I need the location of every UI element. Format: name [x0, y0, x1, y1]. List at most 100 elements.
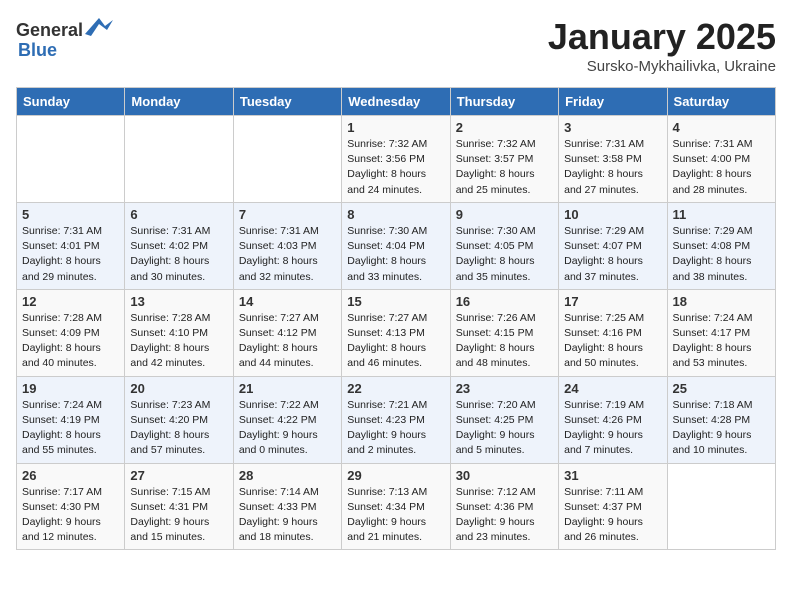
calendar-week-row: 1 Sunrise: 7:32 AMSunset: 3:56 PMDaylight… — [17, 116, 776, 203]
calendar-day-cell: 21 Sunrise: 7:22 AMSunset: 4:22 PMDayligh… — [233, 376, 341, 463]
logo-bird-icon — [85, 16, 113, 44]
calendar-day-cell: 24 Sunrise: 7:19 AMSunset: 4:26 PMDayligh… — [559, 376, 667, 463]
day-info: Sunrise: 7:24 AMSunset: 4:19 PMDaylight:… — [22, 398, 119, 459]
calendar-day-cell: 5 Sunrise: 7:31 AMSunset: 4:01 PMDaylight… — [17, 202, 125, 289]
empty-day-cell — [125, 116, 233, 203]
weekday-header-saturday: Saturday — [667, 88, 775, 116]
calendar-day-cell: 9 Sunrise: 7:30 AMSunset: 4:05 PMDaylight… — [450, 202, 558, 289]
calendar-day-cell: 4Sunrise: 7:31 AMSunset: 4:00 PMDaylight… — [667, 116, 775, 203]
day-number: 5 — [22, 207, 119, 222]
logo-text-general: General — [16, 20, 83, 41]
day-number: 13 — [130, 294, 227, 309]
day-number: 24 — [564, 381, 661, 396]
calendar-day-cell: 30Sunrise: 7:12 AMSunset: 4:36 PMDayligh… — [450, 463, 558, 550]
day-info: Sunrise: 7:31 AMSunset: 4:01 PMDaylight:… — [22, 224, 119, 285]
calendar-week-row: 5 Sunrise: 7:31 AMSunset: 4:01 PMDaylight… — [17, 202, 776, 289]
day-info: Sunrise: 7:27 AMSunset: 4:13 PMDaylight:… — [347, 311, 444, 372]
day-number: 27 — [130, 468, 227, 483]
logo: General Blue — [16, 16, 113, 61]
month-title: January 2025 — [548, 16, 776, 58]
weekday-header-tuesday: Tuesday — [233, 88, 341, 116]
day-number: 19 — [22, 381, 119, 396]
day-number: 12 — [22, 294, 119, 309]
empty-day-cell — [17, 116, 125, 203]
day-number: 3 — [564, 120, 661, 135]
day-info: Sunrise: 7:32 AMSunset: 3:56 PMDaylight:… — [347, 137, 444, 198]
calendar-day-cell: 7 Sunrise: 7:31 AMSunset: 4:03 PMDaylight… — [233, 202, 341, 289]
day-number: 14 — [239, 294, 336, 309]
day-info: Sunrise: 7:24 AMSunset: 4:17 PMDaylight:… — [673, 311, 770, 372]
calendar-table: SundayMondayTuesdayWednesdayThursdayFrid… — [16, 87, 776, 550]
weekday-header-sunday: Sunday — [17, 88, 125, 116]
day-info: Sunrise: 7:23 AMSunset: 4:20 PMDaylight:… — [130, 398, 227, 459]
day-info: Sunrise: 7:14 AMSunset: 4:33 PMDaylight:… — [239, 485, 336, 546]
weekday-header-friday: Friday — [559, 88, 667, 116]
calendar-day-cell: 11 Sunrise: 7:29 AMSunset: 4:08 PMDayligh… — [667, 202, 775, 289]
day-info: Sunrise: 7:18 AMSunset: 4:28 PMDaylight:… — [673, 398, 770, 459]
day-number: 7 — [239, 207, 336, 222]
day-number: 16 — [456, 294, 553, 309]
day-info: Sunrise: 7:30 AMSunset: 4:05 PMDaylight:… — [456, 224, 553, 285]
calendar-week-row: 12 Sunrise: 7:28 AMSunset: 4:09 PMDayligh… — [17, 289, 776, 376]
day-info: Sunrise: 7:28 AMSunset: 4:10 PMDaylight:… — [130, 311, 227, 372]
day-number: 25 — [673, 381, 770, 396]
calendar-day-cell: 19 Sunrise: 7:24 AMSunset: 4:19 PMDayligh… — [17, 376, 125, 463]
calendar-day-cell: 1 Sunrise: 7:32 AMSunset: 3:56 PMDaylight… — [342, 116, 450, 203]
day-info: Sunrise: 7:20 AMSunset: 4:25 PMDaylight:… — [456, 398, 553, 459]
day-info: Sunrise: 7:27 AMSunset: 4:12 PMDaylight:… — [239, 311, 336, 372]
calendar-day-cell: 2Sunrise: 7:32 AMSunset: 3:57 PMDaylight… — [450, 116, 558, 203]
day-number: 11 — [673, 207, 770, 222]
calendar-day-cell: 16Sunrise: 7:26 AMSunset: 4:15 PMDayligh… — [450, 289, 558, 376]
empty-day-cell — [233, 116, 341, 203]
calendar-day-cell: 17 Sunrise: 7:25 AMSunset: 4:16 PMDayligh… — [559, 289, 667, 376]
day-info: Sunrise: 7:19 AMSunset: 4:26 PMDaylight:… — [564, 398, 661, 459]
day-info: Sunrise: 7:29 AMSunset: 4:07 PMDaylight:… — [564, 224, 661, 285]
day-info: Sunrise: 7:31 AMSunset: 3:58 PMDaylight:… — [564, 137, 661, 198]
day-number: 1 — [347, 120, 444, 135]
location-subtitle: Sursko-Mykhailivka, Ukraine — [548, 58, 776, 75]
day-info: Sunrise: 7:28 AMSunset: 4:09 PMDaylight:… — [22, 311, 119, 372]
day-number: 8 — [347, 207, 444, 222]
calendar-day-cell: 13 Sunrise: 7:28 AMSunset: 4:10 PMDayligh… — [125, 289, 233, 376]
calendar-day-cell: 29Sunrise: 7:13 AMSunset: 4:34 PMDayligh… — [342, 463, 450, 550]
day-info: Sunrise: 7:31 AMSunset: 4:02 PMDaylight:… — [130, 224, 227, 285]
empty-day-cell — [667, 463, 775, 550]
day-info: Sunrise: 7:32 AMSunset: 3:57 PMDaylight:… — [456, 137, 553, 198]
calendar-day-cell: 31 Sunrise: 7:11 AMSunset: 4:37 PMDayligh… — [559, 463, 667, 550]
title-block: January 2025 Sursko-Mykhailivka, Ukraine — [548, 16, 776, 75]
day-info: Sunrise: 7:29 AMSunset: 4:08 PMDaylight:… — [673, 224, 770, 285]
day-number: 17 — [564, 294, 661, 309]
calendar-day-cell: 25 Sunrise: 7:18 AMSunset: 4:28 PMDayligh… — [667, 376, 775, 463]
day-info: Sunrise: 7:21 AMSunset: 4:23 PMDaylight:… — [347, 398, 444, 459]
calendar-day-cell: 26 Sunrise: 7:17 AMSunset: 4:30 PMDayligh… — [17, 463, 125, 550]
day-number: 6 — [130, 207, 227, 222]
calendar-day-cell: 20Sunrise: 7:23 AMSunset: 4:20 PMDayligh… — [125, 376, 233, 463]
day-number: 31 — [564, 468, 661, 483]
day-info: Sunrise: 7:17 AMSunset: 4:30 PMDaylight:… — [22, 485, 119, 546]
calendar-day-cell: 10 Sunrise: 7:29 AMSunset: 4:07 PMDayligh… — [559, 202, 667, 289]
weekday-header-monday: Monday — [125, 88, 233, 116]
day-info: Sunrise: 7:30 AMSunset: 4:04 PMDaylight:… — [347, 224, 444, 285]
calendar-day-cell: 23 Sunrise: 7:20 AMSunset: 4:25 PMDayligh… — [450, 376, 558, 463]
calendar-day-cell: 12 Sunrise: 7:28 AMSunset: 4:09 PMDayligh… — [17, 289, 125, 376]
day-number: 21 — [239, 381, 336, 396]
day-number: 22 — [347, 381, 444, 396]
day-number: 26 — [22, 468, 119, 483]
calendar-day-cell: 28Sunrise: 7:14 AMSunset: 4:33 PMDayligh… — [233, 463, 341, 550]
page-header: General Blue January 2025 Sursko-Mykhail… — [16, 16, 776, 75]
day-number: 9 — [456, 207, 553, 222]
calendar-week-row: 19 Sunrise: 7:24 AMSunset: 4:19 PMDayligh… — [17, 376, 776, 463]
day-info: Sunrise: 7:31 AMSunset: 4:03 PMDaylight:… — [239, 224, 336, 285]
day-info: Sunrise: 7:12 AMSunset: 4:36 PMDaylight:… — [456, 485, 553, 546]
day-info: Sunrise: 7:22 AMSunset: 4:22 PMDaylight:… — [239, 398, 336, 459]
weekday-header-wednesday: Wednesday — [342, 88, 450, 116]
day-info: Sunrise: 7:11 AMSunset: 4:37 PMDaylight:… — [564, 485, 661, 546]
day-info: Sunrise: 7:25 AMSunset: 4:16 PMDaylight:… — [564, 311, 661, 372]
day-number: 10 — [564, 207, 661, 222]
day-number: 18 — [673, 294, 770, 309]
calendar-week-row: 26 Sunrise: 7:17 AMSunset: 4:30 PMDayligh… — [17, 463, 776, 550]
calendar-day-cell: 18 Sunrise: 7:24 AMSunset: 4:17 PMDayligh… — [667, 289, 775, 376]
day-number: 23 — [456, 381, 553, 396]
calendar-day-cell: 14 Sunrise: 7:27 AMSunset: 4:12 PMDayligh… — [233, 289, 341, 376]
day-info: Sunrise: 7:31 AMSunset: 4:00 PMDaylight:… — [673, 137, 770, 198]
